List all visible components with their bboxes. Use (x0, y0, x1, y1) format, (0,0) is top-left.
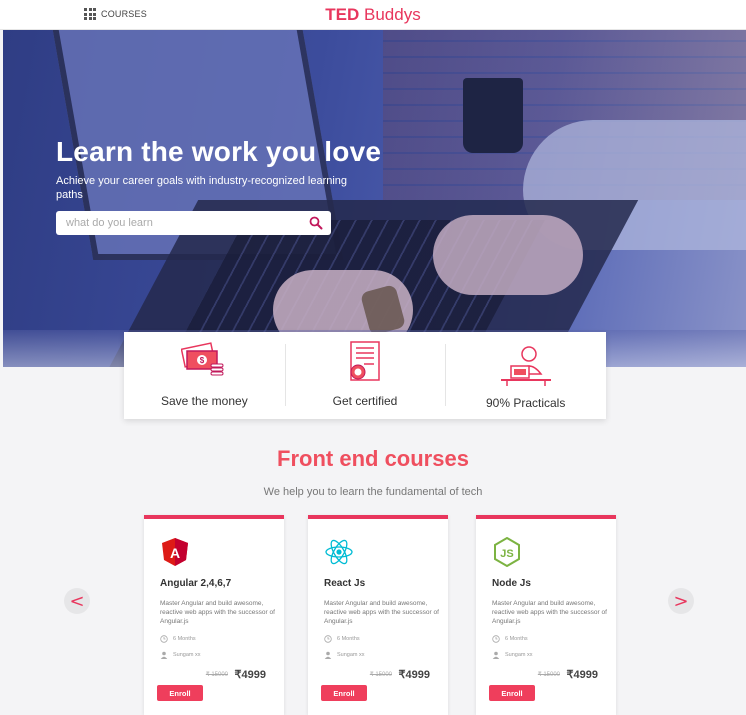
course-duration: 6 Months (324, 635, 360, 643)
top-navbar: COURSES TED Buddys (0, 0, 746, 30)
user-icon (492, 651, 500, 659)
course-description: Master Angular and build awesome, reacti… (160, 600, 275, 625)
chevron-left-icon: < (69, 590, 85, 612)
enroll-button[interactable]: Enroll (489, 685, 535, 701)
certificate-icon (350, 341, 380, 381)
enroll-button[interactable]: Enroll (157, 685, 203, 701)
course-duration-text: 6 Months (505, 636, 528, 642)
section-subtitle: We help you to learn the fundamental of … (263, 486, 483, 498)
feature-get-certified: Get certified (284, 332, 446, 419)
course-duration: 6 Months (160, 635, 196, 643)
course-name: React Js (324, 578, 366, 589)
hero-cup (463, 78, 523, 153)
enroll-button[interactable]: Enroll (321, 685, 367, 701)
angular-icon: A (162, 538, 188, 566)
clock-icon (324, 635, 332, 643)
brand-logo[interactable]: TED Buddys (0, 5, 746, 25)
search-icon[interactable] (309, 216, 323, 230)
course-author-text: Sungam xx (173, 652, 201, 658)
chevron-right-icon: > (673, 590, 689, 612)
features-strip: $ Save the money Get certified 90% Pract… (124, 332, 606, 419)
brand-name-light: Buddys (364, 5, 421, 24)
search-box (56, 211, 331, 235)
course-old-price: ₹ 15000 (205, 672, 228, 678)
nodejs-icon: JS (494, 537, 520, 567)
course-description: Master Angular and build awesome, reacti… (492, 600, 607, 625)
course-author: Sungam xx (492, 651, 533, 659)
money-icon: $ (181, 342, 224, 376)
feature-label: Get certified (332, 394, 398, 408)
course-duration: 6 Months (492, 635, 528, 643)
course-old-price: ₹ 15000 (369, 672, 392, 678)
course-old-price: ₹ 15000 (537, 672, 560, 678)
course-card-node[interactable]: JS Node Js Master Angular and build awes… (476, 515, 616, 715)
course-description: Master Angular and build awesome, reacti… (324, 600, 439, 625)
course-author-text: Sungam xx (337, 652, 365, 658)
search-input[interactable] (56, 211, 296, 235)
course-card-angular[interactable]: A Angular 2,4,6,7 Master Angular and bui… (144, 515, 284, 715)
hero-subtitle: Achieve your career goals with industry-… (56, 175, 348, 201)
course-price: ₹4999 (398, 669, 430, 681)
course-name: Angular 2,4,6,7 (160, 578, 232, 589)
feature-label: Save the money (160, 394, 248, 408)
clock-icon (160, 635, 168, 643)
hero-hand-right (433, 215, 583, 295)
brand-name-bold: TED (325, 5, 360, 24)
svg-text:JS: JS (500, 548, 513, 560)
course-author: Sungam xx (160, 651, 201, 659)
carousel-next-button[interactable]: > (668, 588, 694, 614)
section-title: Front end courses (277, 446, 469, 471)
course-price: ₹4999 (234, 669, 266, 681)
course-price: ₹4999 (566, 669, 598, 681)
course-duration-text: 6 Months (337, 636, 360, 642)
hero-title: Learn the work you love (56, 136, 382, 167)
course-card-react[interactable]: React Js Master Angular and build awesom… (308, 515, 448, 715)
svg-text:$: $ (200, 356, 205, 365)
course-author: Sungam xx (324, 651, 365, 659)
svg-text:A: A (170, 545, 180, 561)
react-icon (325, 539, 353, 565)
feature-label: 90% Practicals (485, 396, 566, 410)
practical-icon (500, 346, 551, 386)
course-author-text: Sungam xx (505, 652, 533, 658)
carousel-prev-button[interactable]: < (64, 588, 90, 614)
user-icon (324, 651, 332, 659)
feature-save-money: $ Save the money (124, 332, 285, 419)
clock-icon (492, 635, 500, 643)
course-duration-text: 6 Months (173, 636, 196, 642)
user-icon (160, 651, 168, 659)
course-name: Node Js (492, 578, 531, 589)
feature-practicals: 90% Practicals (445, 332, 606, 419)
